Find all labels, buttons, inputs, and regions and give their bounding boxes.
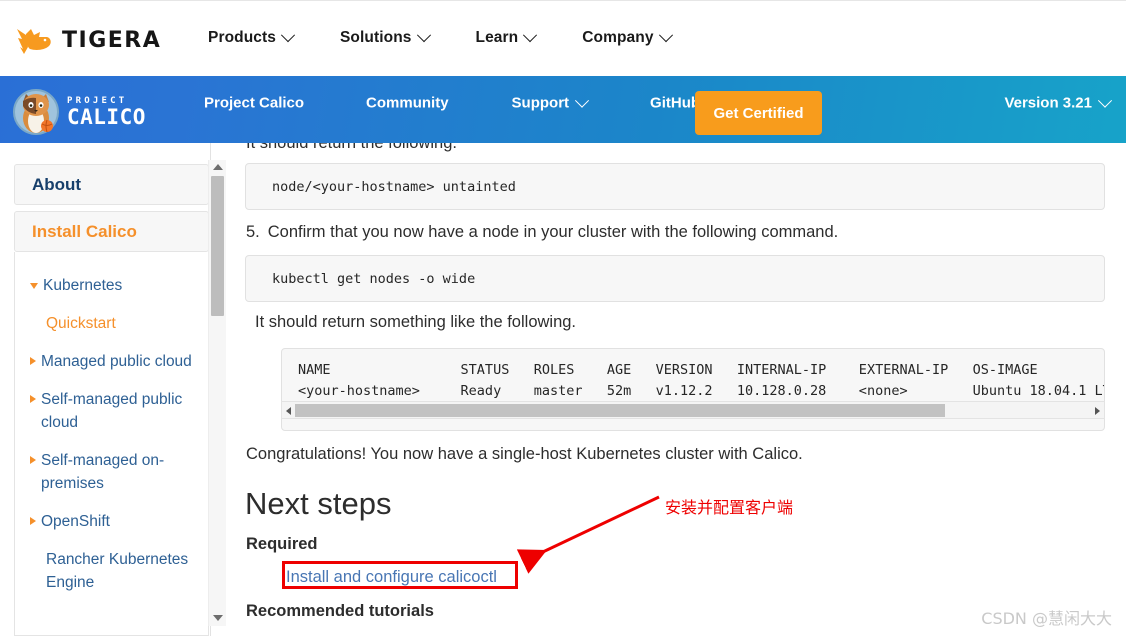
sidebar-subnav: Kubernetes Quickstart Managed public clo… (14, 252, 209, 636)
chevron-right-icon (30, 357, 36, 365)
calico-nav-github-label: GitHub (650, 94, 701, 112)
sidebar-item-rancher-kubernetes-engine[interactable]: Rancher Kubernetes Engine (15, 548, 208, 594)
chevron-right-icon (30, 456, 36, 464)
version-selector[interactable]: Version 3.21 (1004, 93, 1113, 112)
scroll-left-arrow-icon[interactable] (286, 407, 291, 415)
project-calico-logo[interactable]: PROJECT CALICO (12, 88, 146, 136)
step-5-text: Confirm that you now have a node in your… (267, 223, 839, 241)
sidebar-item-install-calico[interactable]: Install Calico (14, 211, 209, 252)
chevron-right-icon (30, 395, 36, 403)
sidebar-item-self-managed-on-premises[interactable]: Self-managed on-premises (15, 449, 208, 495)
nav-item-company-label: Company (582, 29, 654, 46)
sidebar-item-kubernetes[interactable]: Kubernetes (15, 274, 208, 297)
sidebar-scrollbar[interactable] (208, 160, 226, 626)
nav-item-solutions-label: Solutions (339, 29, 412, 46)
sidebar-item-quickstart[interactable]: Quickstart (15, 312, 208, 335)
chevron-down-icon (658, 28, 673, 43)
return-description: It should return something like the foll… (255, 313, 577, 331)
sidebar-item-openshift[interactable]: OpenShift (15, 510, 208, 533)
step-5-number: 5. (246, 223, 260, 241)
chevron-down-icon (280, 28, 296, 43)
sidebar-item-self-managed-public-cloud[interactable]: Self-managed public cloud (15, 388, 208, 434)
calico-nav-support[interactable]: Support (511, 93, 590, 112)
sidebar-item-about[interactable]: About (14, 164, 209, 205)
code-block-untainted[interactable]: node/<your-hostname> untainted (245, 163, 1105, 210)
nodes-output-hscrollbar[interactable] (281, 401, 1105, 419)
congratulations-text: Congratulations! You now have a single-h… (246, 445, 803, 463)
nav-item-products[interactable]: Products (208, 28, 296, 47)
tigera-top-bar: TIGERA Products Solutions Learn Company (0, 0, 1126, 76)
calico-cat-icon (13, 89, 59, 135)
chevron-down-icon (523, 28, 538, 43)
calico-nav-project-calico[interactable]: Project Calico (204, 95, 304, 112)
code-block-get-nodes-text: kubectl get nodes -o wide (272, 270, 476, 287)
calico-wordmark-calico: CALICO (67, 105, 146, 129)
scroll-right-arrow-icon[interactable] (1095, 407, 1100, 415)
next-steps-heading: Next steps (245, 486, 392, 521)
sidebar-item-managed-public-cloud[interactable]: Managed public cloud (15, 350, 208, 373)
scroll-down-arrow-icon[interactable] (213, 615, 223, 621)
nodes-output-text: NAME STATUS ROLES AGE VERSION INTERNAL-I… (298, 360, 1105, 402)
calico-nav-support-label: Support (511, 94, 570, 112)
recommended-tutorials-heading: Recommended tutorials (246, 602, 434, 620)
calico-nav-items: Project Calico Community Support GitHub (204, 93, 700, 120)
sidebar-item-kubernetes-label: Kubernetes (43, 277, 123, 294)
calico-nav-community[interactable]: Community (366, 95, 449, 112)
docs-sidebar: About Install Calico Kubernetes Quicksta… (0, 143, 211, 636)
calico-nav-community-label: Community (366, 94, 449, 112)
version-selector-label: Version 3.21 (1004, 94, 1092, 112)
docs-content: It should return the following. node/<yo… (226, 143, 1126, 636)
nodes-output-hscrollbar-thumb[interactable] (295, 404, 945, 417)
nav-item-learn-label: Learn (475, 29, 519, 46)
sidebar-item-install-calico-label: Install Calico (32, 221, 137, 241)
calico-wordmark: PROJECT CALICO (67, 96, 146, 128)
step-5: 5. Confirm that you now have a node in y… (246, 223, 838, 242)
chevron-down-icon (1097, 93, 1113, 108)
sidebar-item-self-managed-on-premises-label: Self-managed on-premises (41, 452, 165, 492)
chevron-right-icon (30, 517, 36, 525)
tigera-wordmark: TIGERA (62, 27, 162, 53)
code-block-untainted-text: node/<your-hostname> untainted (272, 178, 516, 195)
chevron-down-icon (416, 28, 431, 43)
clipped-return-text: It should return the following. (246, 143, 457, 152)
tiger-head-icon (17, 29, 51, 54)
chevron-down-icon (30, 283, 38, 289)
nav-item-company[interactable]: Company (582, 28, 673, 47)
nav-item-products-label: Products (208, 29, 276, 46)
chevron-down-icon (574, 93, 590, 108)
sidebar-item-managed-public-cloud-label: Managed public cloud (41, 353, 192, 370)
sidebar-item-about-label: About (32, 174, 82, 194)
nodes-table-header: NAME STATUS ROLES AGE VERSION INTERNAL-I… (298, 362, 1038, 378)
nav-item-solutions[interactable]: Solutions (339, 28, 431, 47)
sidebar-scrollbar-thumb[interactable] (211, 176, 224, 316)
sidebar-item-quickstart-label: Quickstart (46, 315, 116, 332)
tigera-nav: Products Solutions Learn Company (208, 28, 673, 47)
nodes-table-row: <your-hostname> Ready master 52m v1.12.2… (298, 383, 1105, 399)
sidebar-item-openshift-label: OpenShift (41, 513, 110, 530)
sidebar-item-rancher-kubernetes-engine-label: Rancher Kubernetes Engine (46, 551, 189, 591)
code-block-get-nodes[interactable]: kubectl get nodes -o wide (245, 255, 1105, 302)
calico-nav-project-calico-label: Project Calico (204, 94, 305, 112)
sidebar-item-self-managed-public-cloud-label: Self-managed public cloud (41, 391, 183, 431)
get-certified-button[interactable]: Get Certified (695, 91, 822, 135)
tigera-logo[interactable]: TIGERA (14, 25, 161, 55)
nav-item-learn[interactable]: Learn (475, 28, 538, 47)
required-heading: Required (246, 535, 318, 553)
scroll-up-arrow-icon[interactable] (213, 164, 223, 170)
calico-nav-github[interactable]: GitHub (650, 95, 700, 112)
link-install-configure-calicoctl[interactable]: Install and configure calicoctl (286, 568, 497, 587)
